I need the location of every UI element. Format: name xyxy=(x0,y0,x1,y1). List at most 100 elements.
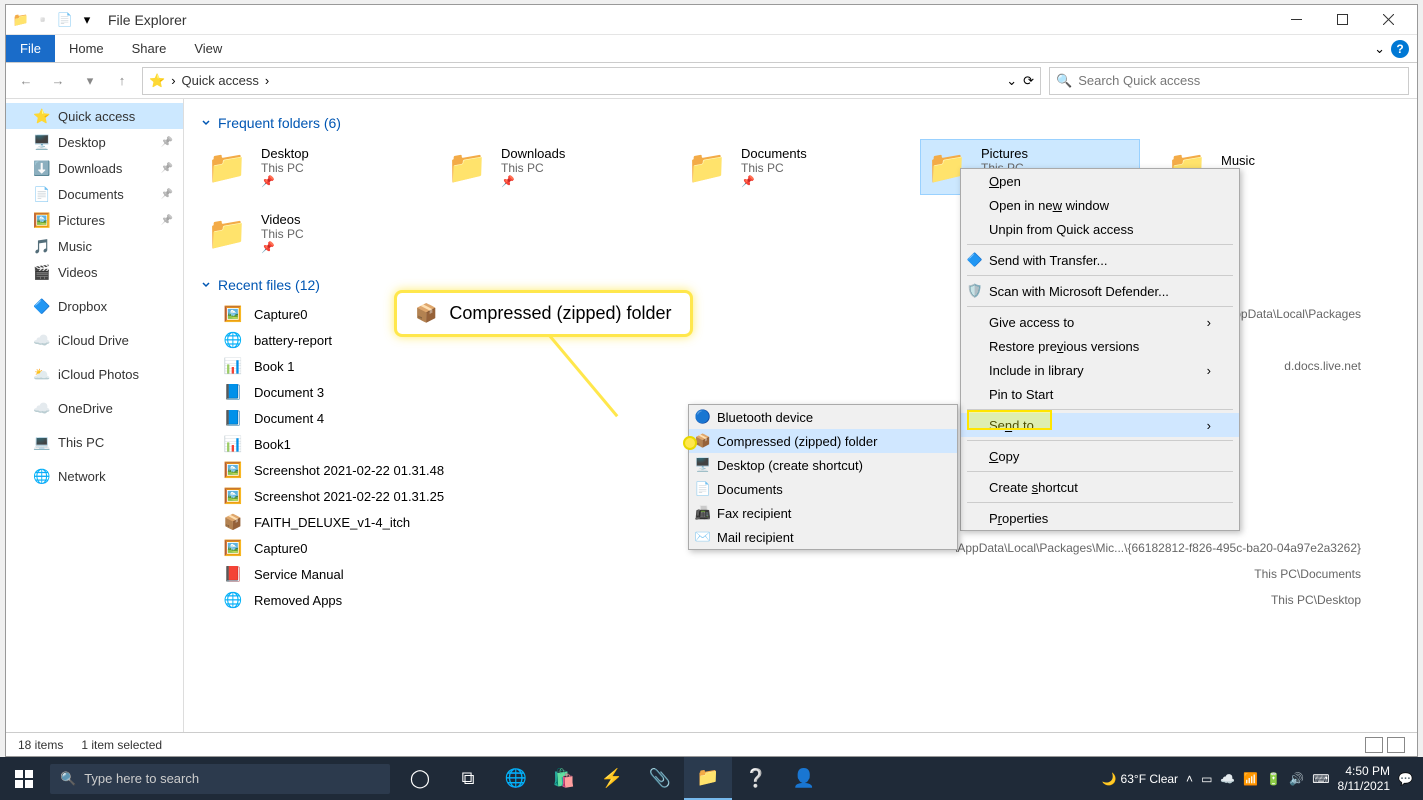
onedrive-tray-icon[interactable]: ☁️ xyxy=(1220,772,1235,786)
app-icon[interactable]: ⚡ xyxy=(588,757,636,800)
start-button[interactable] xyxy=(0,757,48,800)
edge-icon[interactable]: 🌐 xyxy=(492,757,540,800)
sidebar-item-this-pc[interactable]: 💻This PC xyxy=(6,429,183,455)
recent-dropdown-icon[interactable]: ▾ xyxy=(78,69,102,93)
menu-item-give-access-to[interactable]: Give access to› xyxy=(961,310,1239,334)
language-icon[interactable]: ⌨ xyxy=(1312,772,1329,786)
store-icon[interactable]: 🛍️ xyxy=(540,757,588,800)
tab-share[interactable]: Share xyxy=(118,35,181,62)
tab-home[interactable]: Home xyxy=(55,35,118,62)
file-icon: 🖼️ xyxy=(222,485,244,507)
sidebar-icon: ☁️ xyxy=(34,400,50,416)
notifications-icon[interactable]: 💬 xyxy=(1398,772,1413,786)
menu-item-properties[interactable]: Properties xyxy=(961,506,1239,530)
qat-properties-icon[interactable]: ▫️ xyxy=(34,11,52,29)
sidebar-item-music[interactable]: 🎵Music xyxy=(6,233,183,259)
address-dropdown-icon[interactable]: ⌄ xyxy=(1006,73,1017,89)
qat-newfolder-icon[interactable]: 📄 xyxy=(56,11,74,29)
menu-label: Desktop (create shortcut) xyxy=(717,458,863,473)
help-icon[interactable]: ? xyxy=(1391,40,1409,58)
menu-item-send-with-transfer-[interactable]: 🔷Send with Transfer... xyxy=(961,248,1239,272)
wifi-icon[interactable]: 📶 xyxy=(1243,772,1258,786)
menu-item-compressed-zipped-folder[interactable]: 📦Compressed (zipped) folder xyxy=(689,429,957,453)
menu-item-include-in-library[interactable]: Include in library› xyxy=(961,358,1239,382)
menu-item-open-in-new-window[interactable]: Open in new window xyxy=(961,193,1239,217)
view-details-icon[interactable] xyxy=(1365,737,1383,753)
volume-icon[interactable]: 🔊 xyxy=(1289,772,1304,786)
tray-chevron-icon[interactable]: ˄ xyxy=(1186,772,1193,786)
sidebar-icon: ⭐ xyxy=(34,108,50,124)
menu-icon: 🖥️ xyxy=(695,457,711,473)
sidebar-item-downloads[interactable]: ⬇️Downloads xyxy=(6,155,183,181)
battery-icon[interactable]: 🔋 xyxy=(1266,772,1281,786)
search-box[interactable]: 🔍 Search Quick access xyxy=(1049,67,1409,95)
menu-item-desktop-create-shortcut-[interactable]: 🖥️ Desktop (create shortcut) xyxy=(689,453,957,477)
meet-icon[interactable]: ▭ xyxy=(1201,772,1212,786)
office-icon[interactable]: 📎 xyxy=(636,757,684,800)
menu-item-send-to[interactable]: Send to› xyxy=(961,413,1239,437)
sidebar-label: Documents xyxy=(58,187,124,202)
menu-label: Send with Transfer... xyxy=(989,253,1108,268)
menu-item-fax-recipient[interactable]: 📠Fax recipient xyxy=(689,501,957,525)
refresh-icon[interactable]: ⟳ xyxy=(1023,73,1034,89)
folder-tile-documents[interactable]: 📁 Documents This PC 📌 xyxy=(680,139,900,195)
file-icon: 🖼️ xyxy=(222,303,244,325)
view-large-icon[interactable] xyxy=(1387,737,1405,753)
address-bar[interactable]: ⭐ › Quick access › ⌄ ⟳ xyxy=(142,67,1041,95)
file-name: Screenshot 2021-02-22 01.31.25 xyxy=(254,489,734,504)
sidebar-item-pictures[interactable]: 🖼️Pictures xyxy=(6,207,183,233)
sidebar-item-icloud-photos[interactable]: 🌥️iCloud Photos xyxy=(6,361,183,387)
folder-tile-downloads[interactable]: 📁 Downloads This PC 📌 xyxy=(440,139,660,195)
sidebar-item-documents[interactable]: 📄Documents xyxy=(6,181,183,207)
qat-dropdown-icon[interactable]: ▾ xyxy=(78,11,96,29)
menu-item-open[interactable]: Open xyxy=(961,169,1239,193)
file-icon: 📦 xyxy=(222,511,244,533)
folder-tile-desktop[interactable]: 📁 Desktop This PC 📌 xyxy=(200,139,420,195)
sidebar-item-icloud-drive[interactable]: ☁️iCloud Drive xyxy=(6,327,183,353)
file-icon: 📕 xyxy=(222,563,244,585)
close-button[interactable] xyxy=(1365,5,1411,35)
menu-item-restore-previous-versions[interactable]: Restore previous versions xyxy=(961,334,1239,358)
explorer-icon[interactable]: 📁 xyxy=(684,757,732,800)
sidebar-item-videos[interactable]: 🎬Videos xyxy=(6,259,183,285)
menu-item-bluetooth-device[interactable]: 🔵Bluetooth device xyxy=(689,405,957,429)
sidebar-item-onedrive[interactable]: ☁️OneDrive xyxy=(6,395,183,421)
people-icon[interactable]: 👤 xyxy=(780,757,828,800)
maximize-button[interactable] xyxy=(1319,5,1365,35)
status-selection: 1 item selected xyxy=(81,738,162,752)
back-button[interactable]: ← xyxy=(14,69,38,93)
taskbar-search[interactable]: 🔍 Type here to search xyxy=(50,764,390,794)
task-view-icon[interactable]: ⧉ xyxy=(444,757,492,800)
weather-widget[interactable]: 🌙 63°F Clear xyxy=(1102,772,1178,786)
breadcrumb-segment[interactable]: Quick access xyxy=(182,73,259,88)
file-tab[interactable]: File xyxy=(6,35,55,62)
folder-icon: 📁 xyxy=(203,213,251,253)
help-icon[interactable]: ❔ xyxy=(732,757,780,800)
menu-icon: 📄 xyxy=(695,481,711,497)
menu-item-mail-recipient[interactable]: ✉️Mail recipient xyxy=(689,525,957,549)
menu-item-copy[interactable]: Copy xyxy=(961,444,1239,468)
file-row[interactable]: 🌐 Removed Apps This PC\Desktop xyxy=(200,587,1401,613)
clock[interactable]: 4:50 PM 8/11/2021 xyxy=(1338,764,1391,793)
file-icon: 📊 xyxy=(222,355,244,377)
window-title: File Explorer xyxy=(108,12,187,28)
sidebar-item-network[interactable]: 🌐Network xyxy=(6,463,183,489)
menu-item-documents[interactable]: 📄Documents xyxy=(689,477,957,501)
menu-item-pin-to-start[interactable]: Pin to Start xyxy=(961,382,1239,406)
sidebar-item-dropbox[interactable]: 🔷Dropbox xyxy=(6,293,183,319)
frequent-folders-header[interactable]: Frequent folders (6) xyxy=(200,115,1401,131)
minimize-button[interactable] xyxy=(1273,5,1319,35)
cortana-icon[interactable]: ◯ xyxy=(396,757,444,800)
file-row[interactable]: 📕 Service Manual This PC\Documents xyxy=(200,561,1401,587)
forward-button[interactable]: → xyxy=(46,69,70,93)
sidebar-item-quick-access[interactable]: ⭐Quick access xyxy=(6,103,183,129)
menu-item-create-shortcut[interactable]: Create shortcut xyxy=(961,475,1239,499)
menu-item-scan-with-microsoft-defender-[interactable]: 🛡️Scan with Microsoft Defender... xyxy=(961,279,1239,303)
tab-view[interactable]: View xyxy=(180,35,236,62)
sidebar-item-desktop[interactable]: 🖥️Desktop xyxy=(6,129,183,155)
sidebar-icon: 🔷 xyxy=(34,298,50,314)
folder-tile-videos[interactable]: 📁 Videos This PC 📌 xyxy=(200,205,420,261)
menu-item-unpin-from-quick-access[interactable]: Unpin from Quick access xyxy=(961,217,1239,241)
up-button[interactable]: ↑ xyxy=(110,69,134,93)
ribbon-chevron-icon[interactable]: ⌄ xyxy=(1374,41,1385,57)
